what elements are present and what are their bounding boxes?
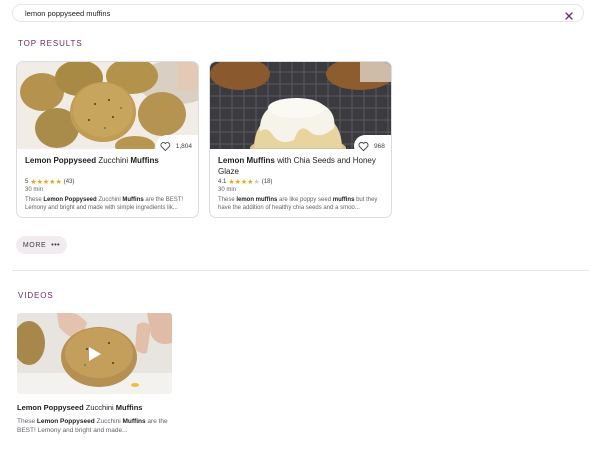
save-count: 968 [374, 142, 385, 150]
section-divider [12, 270, 589, 271]
title-bold: Muffins [115, 403, 143, 412]
star-rating: ★★★★★ [228, 179, 260, 186]
search-input[interactable] [25, 5, 545, 21]
video-thumbnail[interactable] [17, 313, 172, 394]
rating-row: 4.1 ★★★★★ (18) [218, 178, 272, 186]
recipe-title[interactable]: Lemon Muffins with Chia Seeds and Honey … [218, 156, 388, 177]
recipe-card[interactable]: 968 Lemon Muffins with Chia Seeds and Ho… [209, 61, 392, 218]
recipe-title[interactable]: Lemon Poppyseed Zucchini Muffins [25, 156, 195, 167]
review-count: (18) [261, 179, 273, 185]
snippet-bold: Muffins [122, 418, 146, 425]
snippet-text: are like poppy seed [277, 197, 333, 203]
rating-value: 4.1 [218, 179, 227, 185]
cook-time: 30 min [218, 187, 237, 193]
heart-icon[interactable] [358, 141, 369, 152]
rating-row: 5 ★★★★★ (43) [25, 178, 74, 186]
more-label: MORE [22, 241, 47, 249]
cook-time: 30 min [25, 187, 44, 193]
snippet-text: These [25, 197, 44, 203]
snippet-bold: Lemon Poppyseed [43, 197, 97, 203]
title-bold: Lemon Muffins [218, 156, 275, 165]
top-results-heading: TOP RESULTS [18, 39, 83, 48]
title-bold: Muffins [130, 156, 159, 165]
snippet-bold: Muffins [122, 197, 144, 203]
more-button[interactable]: MORE ••• [16, 236, 67, 254]
snippet-text: These [17, 418, 37, 425]
video-snippet: These Lemon Poppyseed Zucchini Muffins a… [17, 417, 169, 435]
close-icon[interactable] [564, 8, 574, 20]
save-chip[interactable]: 968 [354, 135, 391, 157]
title-text: Zucchini [83, 403, 116, 412]
videos-heading: VIDEOS [18, 291, 54, 300]
save-count: 1,804 [175, 142, 192, 150]
snippet-bold: lemon muffins [236, 197, 278, 203]
snippet-text: Zucchini [94, 418, 123, 425]
star-rating: ★★★★★ [30, 179, 62, 186]
recipe-snippet: These Lemon Poppyseed Zucchini Muffins a… [25, 196, 191, 212]
rating-value: 5 [25, 179, 29, 185]
more-dots-icon: ••• [51, 241, 61, 249]
save-chip[interactable]: 1,804 [156, 135, 198, 157]
search-bar [12, 4, 584, 22]
recipe-snippet: These lemon muffins are like poppy seed … [218, 196, 384, 212]
title-text: Zucchini [96, 156, 131, 165]
snippet-text: These [218, 197, 237, 203]
snippet-bold: muffins [332, 197, 355, 203]
heart-icon[interactable] [160, 141, 171, 152]
snippet-bold: Lemon Poppyseed [36, 418, 95, 425]
review-count: (43) [63, 179, 75, 185]
title-bold: Lemon Poppyseed [17, 403, 84, 412]
recipe-card[interactable]: 1,804 Lemon Poppyseed Zucchini Muffins 5… [16, 61, 199, 218]
video-title[interactable]: Lemon Poppyseed Zucchini Muffins [17, 403, 142, 412]
snippet-text: Zucchini [96, 197, 123, 203]
title-bold: Lemon Poppyseed [25, 156, 97, 165]
